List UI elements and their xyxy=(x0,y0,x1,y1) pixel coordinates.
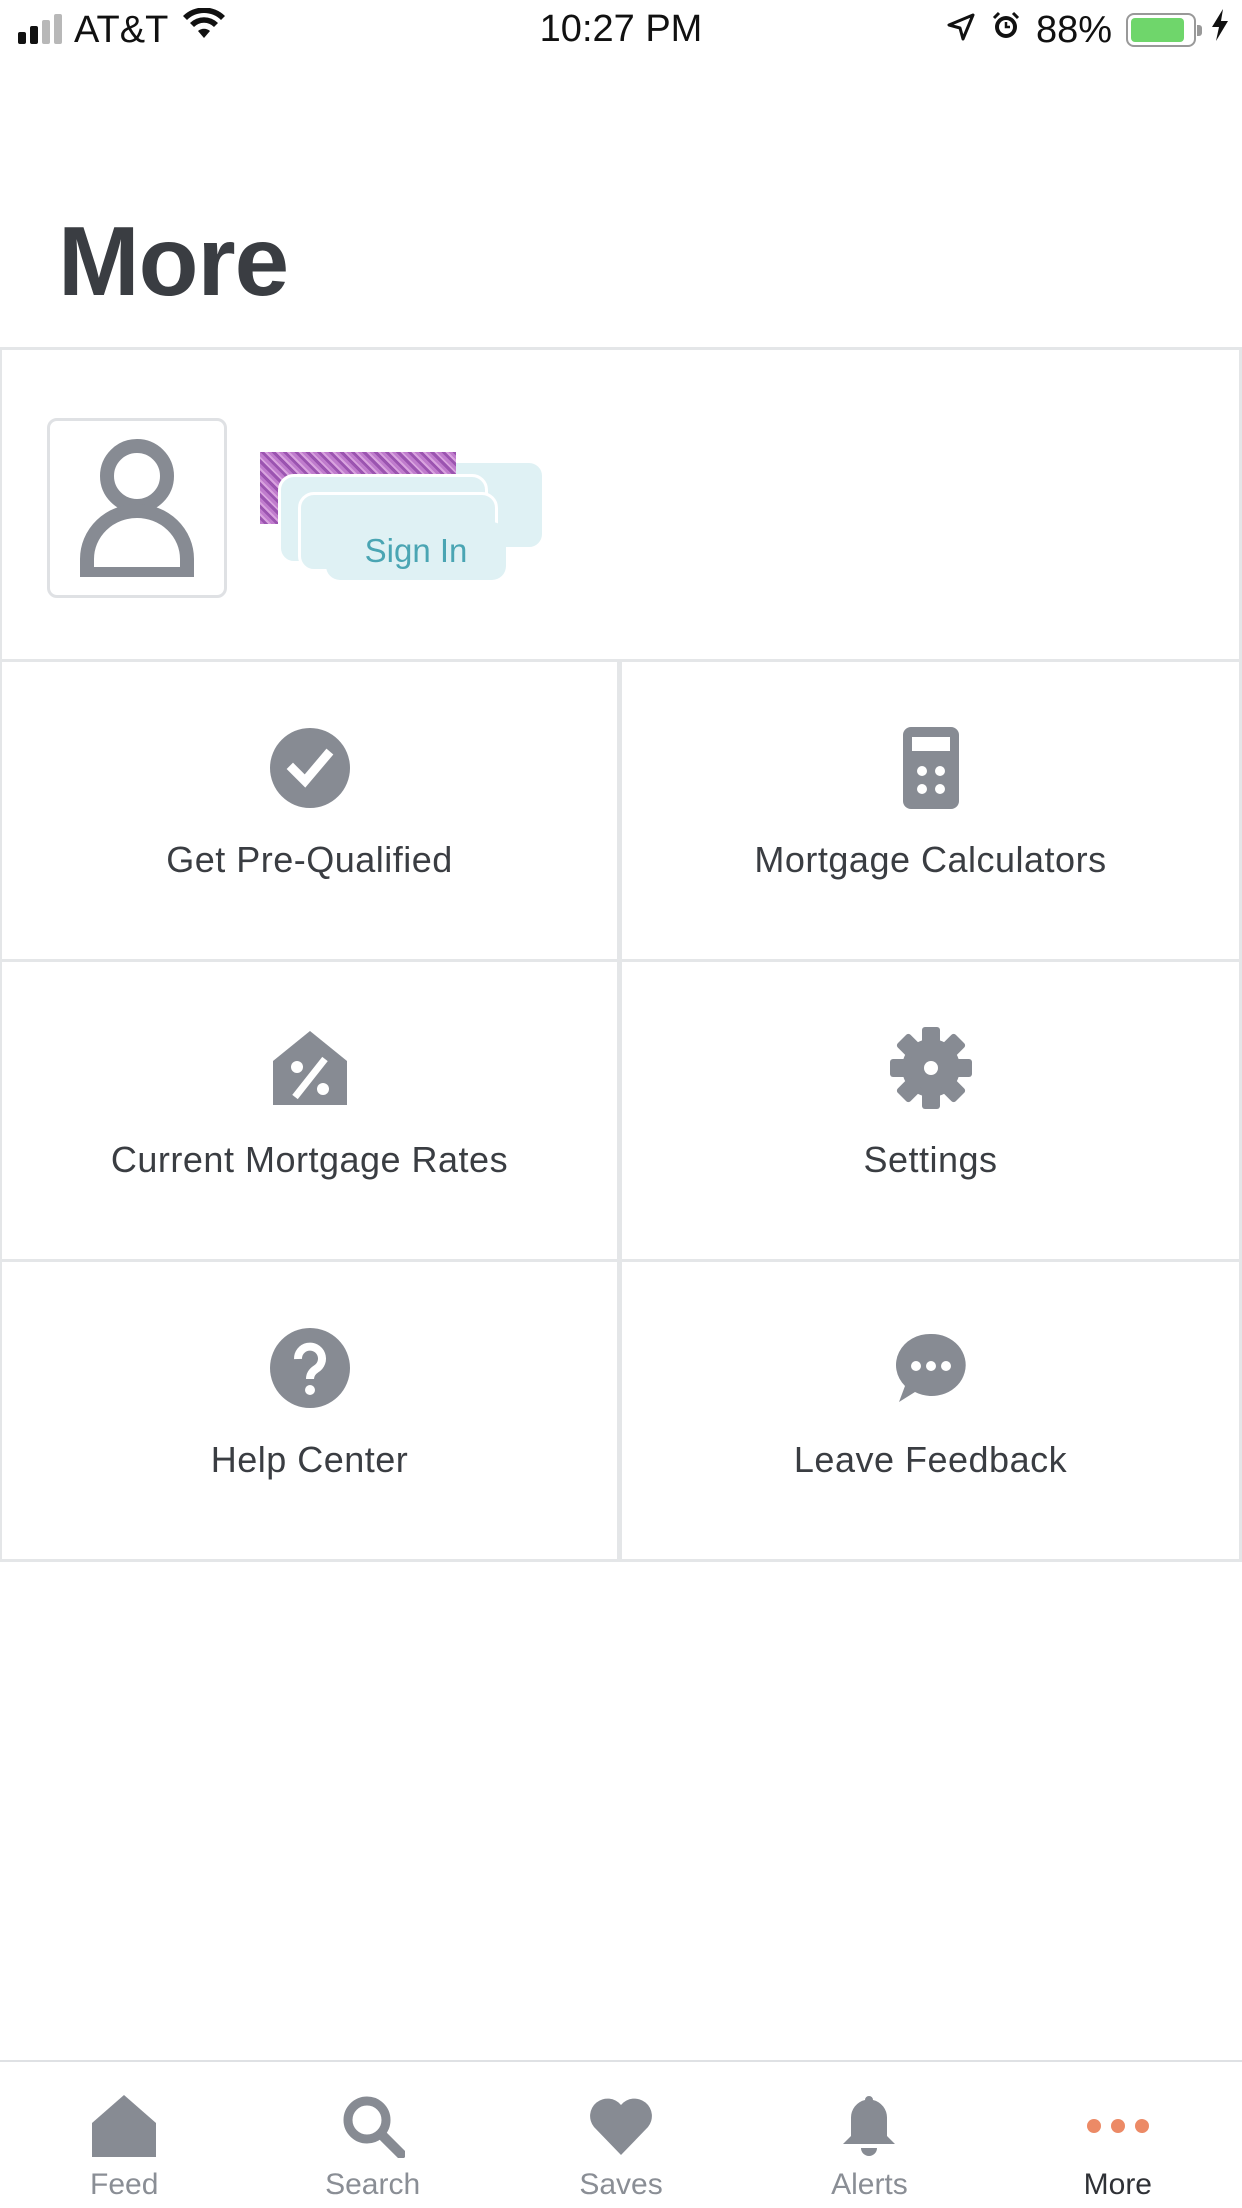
menu-item-label: Get Pre-Qualified xyxy=(166,839,453,880)
home-icon xyxy=(92,2088,157,2164)
sign-in-button[interactable]: Sign In xyxy=(326,522,506,580)
tab-feed[interactable]: Feed xyxy=(0,2062,248,2208)
signin-area: Sign In xyxy=(260,452,545,582)
menu-item-label: Leave Feedback xyxy=(793,1439,1068,1480)
question-circle-icon xyxy=(269,1327,351,1409)
alarm-icon xyxy=(990,9,1022,52)
tab-alerts[interactable]: Alerts xyxy=(745,2062,993,2208)
menu-item-leave-feedback[interactable]: Leave Feedback xyxy=(620,1262,1242,1562)
status-right: 88% xyxy=(946,8,1230,52)
menu-grid: Get Pre-Qualified Mortgage Calculators C… xyxy=(0,662,1242,1562)
calculator-icon xyxy=(902,727,959,809)
menu-item-help-center[interactable]: Help Center xyxy=(0,1262,620,1562)
profile-card: Sign In xyxy=(0,347,1242,662)
tab-saves[interactable]: Saves xyxy=(497,2062,745,2208)
more-dots-icon xyxy=(1086,2088,1150,2164)
battery-percent: 88% xyxy=(1035,8,1112,51)
tab-search[interactable]: Search xyxy=(248,2062,496,2208)
tab-more[interactable]: More xyxy=(994,2062,1242,2208)
page-title: More xyxy=(58,206,289,316)
menu-item-label: Help Center xyxy=(210,1439,409,1480)
charging-bolt-icon xyxy=(1210,8,1230,52)
search-icon xyxy=(341,2088,405,2164)
bell-icon xyxy=(841,2088,897,2164)
status-bar: AT&T 10:27 PM 88% xyxy=(0,0,1242,62)
tab-label: Feed xyxy=(90,2168,159,2201)
menu-item-current-mortgage-rates[interactable]: Current Mortgage Rates xyxy=(0,962,620,1262)
avatar[interactable] xyxy=(47,418,227,598)
chat-bubble-icon xyxy=(895,1327,967,1409)
gear-icon xyxy=(889,1027,972,1109)
user-placeholder-icon xyxy=(77,431,197,586)
heart-icon xyxy=(589,2088,653,2164)
menu-item-label: Settings xyxy=(863,1139,998,1180)
menu-item-label: Current Mortgage Rates xyxy=(110,1139,509,1180)
percent-house-icon xyxy=(272,1027,347,1109)
check-circle-icon xyxy=(269,727,351,809)
tab-label: More xyxy=(1083,2168,1152,2201)
tab-label: Search xyxy=(325,2168,421,2201)
location-arrow-icon xyxy=(946,9,976,52)
more-screen: AT&T 10:27 PM 88% More Sign In Get Pre-Q… xyxy=(0,0,1242,2208)
menu-item-label: Mortgage Calculators xyxy=(754,839,1107,880)
tab-label: Saves xyxy=(579,2168,663,2201)
tab-label: Alerts xyxy=(831,2168,908,2201)
battery-icon xyxy=(1126,13,1202,47)
menu-item-settings[interactable]: Settings xyxy=(620,962,1242,1262)
tab-bar: Feed Search Saves Alerts More xyxy=(0,2060,1242,2208)
menu-item-get-pre-qualified[interactable]: Get Pre-Qualified xyxy=(0,662,620,962)
menu-item-mortgage-calculators[interactable]: Mortgage Calculators xyxy=(620,662,1242,962)
